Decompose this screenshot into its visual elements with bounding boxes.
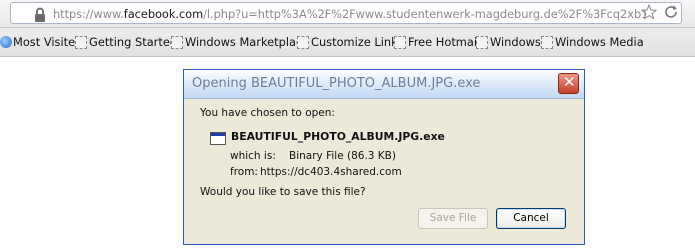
file-type-value: Binary File (86.3 KB) (289, 150, 396, 162)
bookmark-windows[interactable]: Windows (476, 35, 541, 51)
reload-icon[interactable] (662, 3, 680, 21)
save-question: Would you like to save this file? (200, 186, 366, 198)
most-visited-icon (0, 36, 12, 48)
page-icon (297, 36, 309, 49)
dialog-titlebar[interactable]: Opening BEAUTIFUL_PHOTO_ALBUM.JPG.exe ✕ (184, 70, 584, 99)
url-prefix: https://www. (53, 7, 124, 21)
bookmark-label: Free Hotmail (408, 35, 481, 49)
bookmark-star-icon[interactable] (640, 3, 658, 21)
source-url-value: https://dc403.4shared.com (260, 166, 402, 178)
url-text: https://www.facebook.com/l.php?u=http%3A… (53, 7, 682, 21)
file-name: BEAUTIFUL_PHOTO_ALBUM.JPG.exe (231, 130, 445, 143)
url-rest: /l.php?u=http%3A%2F%2Fwww.studentenwerk-… (203, 7, 682, 21)
bookmark-label: Getting Started (89, 35, 178, 49)
close-button[interactable]: ✕ (558, 73, 579, 94)
close-icon: ✕ (563, 73, 576, 91)
page-icon (171, 36, 183, 49)
save-file-button[interactable]: Save File (418, 208, 488, 229)
bookmark-free-hotmail[interactable]: Free Hotmail (394, 35, 480, 51)
cancel-button[interactable]: Cancel (496, 208, 566, 229)
bookmarks-toolbar: Most Visited Getting Started Windows Mar… (0, 28, 695, 57)
from-label: from: (230, 166, 258, 178)
intro-text: You have chosen to open: (200, 107, 335, 119)
opening-file-dialog: Opening BEAUTIFUL_PHOTO_ALBUM.JPG.exe ✕ … (183, 69, 585, 245)
page-icon (394, 36, 406, 49)
page-icon (476, 36, 488, 49)
bookmark-label: Most Visited (13, 35, 83, 49)
bookmark-windows-marketplace[interactable]: Windows Marketplace (171, 35, 309, 51)
application-icon (210, 132, 226, 145)
bookmark-customize-links[interactable]: Customize Links (297, 35, 404, 51)
url-domain: facebook.com (123, 7, 204, 21)
page-icon (541, 36, 553, 49)
url-field[interactable]: https://www.facebook.com/l.php?u=http%3A… (10, 2, 682, 24)
bookmark-label: Customize Links (311, 35, 404, 49)
bookmark-getting-started[interactable]: Getting Started (75, 35, 177, 51)
dialog-title: Opening BEAUTIFUL_PHOTO_ALBUM.JPG.exe (192, 76, 481, 91)
bookmark-most-visited[interactable]: Most Visited (0, 35, 82, 51)
bookmark-label: Windows Media (555, 35, 644, 49)
bookmark-label: Windows Marketplace (185, 35, 310, 49)
page-icon (75, 36, 87, 49)
bookmark-windows-media[interactable]: Windows Media (541, 35, 644, 51)
navigation-toolbar: https://www.facebook.com/l.php?u=http%3A… (0, 0, 695, 28)
which-is-label: which is: (230, 150, 276, 162)
lock-icon (35, 7, 45, 22)
bookmark-label: Windows (490, 35, 541, 49)
